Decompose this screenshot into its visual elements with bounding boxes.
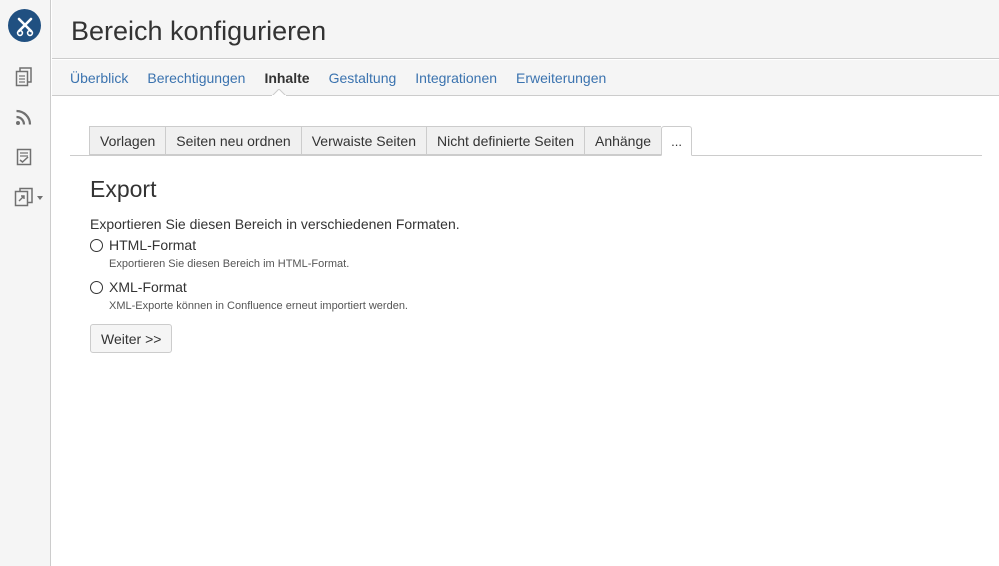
- pages-icon[interactable]: [13, 66, 35, 88]
- xml-format-label[interactable]: XML-Format: [109, 279, 890, 295]
- nav-item-overview[interactable]: Überblick: [70, 70, 128, 86]
- html-format-description: Exportieren Sie diesen Bereich im HTML-F…: [109, 258, 350, 270]
- tasks-icon[interactable]: [13, 146, 35, 168]
- option-xml: XML-Format XML-Exporte können in Conflue…: [90, 279, 890, 312]
- chevron-down-icon[interactable]: [37, 196, 43, 200]
- html-format-radio[interactable]: [90, 239, 103, 252]
- html-format-label[interactable]: HTML-Format: [109, 237, 890, 253]
- confluence-logo-icon[interactable]: [8, 9, 41, 42]
- tab-attachments[interactable]: Anhänge: [583, 126, 662, 155]
- nav-item-content[interactable]: Inhalte: [264, 70, 309, 86]
- nav-item-look-and-feel[interactable]: Gestaltung: [329, 70, 397, 86]
- nav-item-add-ons[interactable]: Erweiterungen: [516, 70, 606, 86]
- app-window: Bereich konfigurieren Überblick Berechti…: [0, 0, 999, 566]
- tab-more[interactable]: ...: [661, 126, 693, 156]
- tab-templates[interactable]: Vorlagen: [89, 126, 166, 155]
- page-title: Bereich konfigurieren: [71, 16, 327, 46]
- nav-item-permissions[interactable]: Berechtigungen: [147, 70, 245, 86]
- active-nav-indicator-icon: [272, 89, 286, 96]
- xml-format-description: XML-Exporte können in Confluence erneut …: [109, 300, 408, 312]
- tab-orphaned-pages[interactable]: Verwaiste Seiten: [300, 126, 427, 155]
- content-tabs: Vorlagen Seiten neu ordnen Verwaiste Sei…: [70, 126, 982, 156]
- space-shortcuts-icon[interactable]: [13, 186, 35, 208]
- page-header: Bereich konfigurieren: [52, 0, 999, 59]
- tab-undefined-pages[interactable]: Nicht definierte Seiten: [426, 126, 584, 155]
- export-intro: Exportieren Sie diesen Bereich in versch…: [90, 216, 460, 232]
- config-nav: Überblick Berechtigungen Inhalte Gestalt…: [52, 60, 999, 96]
- tab-list: Vorlagen Seiten neu ordnen Verwaiste Sei…: [89, 126, 693, 156]
- tab-reorder-pages[interactable]: Seiten neu ordnen: [165, 126, 301, 155]
- nav-item-integrations[interactable]: Integrationen: [415, 70, 497, 86]
- rss-feed-icon[interactable]: [13, 106, 35, 128]
- option-html: HTML-Format Exportieren Sie diesen Berei…: [90, 237, 890, 270]
- section-title: Export: [90, 176, 157, 202]
- nav-list: Überblick Berechtigungen Inhalte Gestalt…: [70, 70, 625, 86]
- xml-format-radio[interactable]: [90, 281, 103, 294]
- sidebar: [0, 0, 51, 566]
- export-panel: Export Exportieren Sie diesen Bereich in…: [90, 176, 890, 353]
- next-button[interactable]: Weiter >>: [90, 324, 173, 353]
